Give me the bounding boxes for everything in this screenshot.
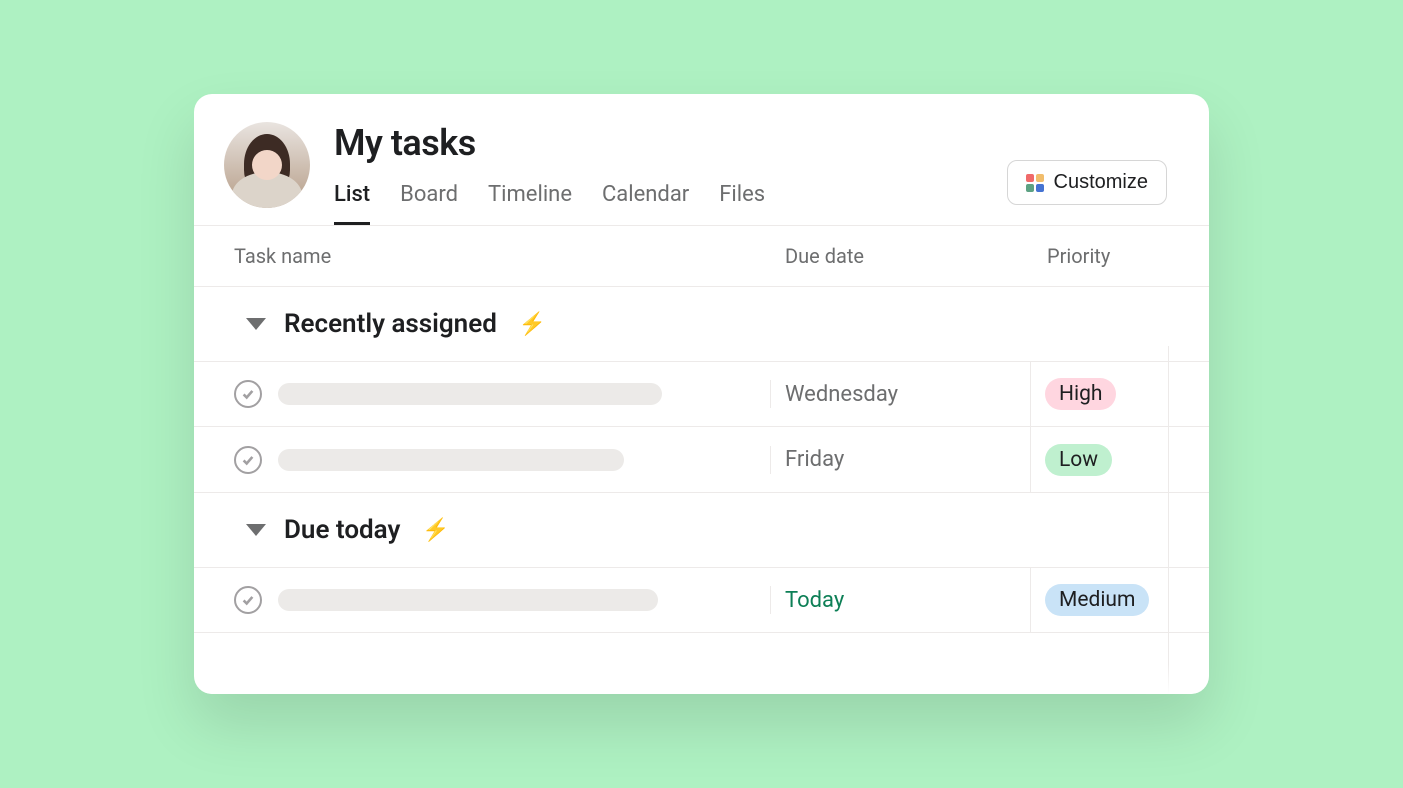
col-priority[interactable]: Priority	[1031, 244, 1209, 268]
task-name-placeholder	[278, 449, 624, 471]
priority-badge: Low	[1045, 444, 1112, 476]
tab-timeline[interactable]: Timeline	[488, 182, 572, 225]
tab-calendar[interactable]: Calendar	[602, 182, 689, 225]
task-sections: Recently assigned ⚡ Wednesday High Friday Low…	[194, 287, 1209, 633]
col-due-date[interactable]: Due date	[771, 244, 1031, 268]
avatar-body	[232, 172, 302, 208]
header: My tasks ListBoardTimelineCalendarFiles …	[194, 94, 1209, 225]
priority-cell[interactable]: Low	[1031, 427, 1209, 492]
due-date-cell[interactable]: Today	[771, 568, 1031, 632]
section-header[interactable]: Recently assigned ⚡	[194, 287, 1209, 361]
bolt-icon: ⚡	[519, 312, 546, 337]
complete-checkbox[interactable]	[234, 446, 262, 474]
priority-badge: High	[1045, 378, 1116, 410]
task-cell	[194, 586, 771, 614]
chevron-down-icon	[246, 318, 266, 330]
col-task-name[interactable]: Task name	[194, 244, 771, 268]
tab-board[interactable]: Board	[400, 182, 458, 225]
page-title: My tasks	[334, 122, 1169, 164]
avatar[interactable]	[224, 122, 310, 208]
task-row[interactable]: Friday Low	[194, 427, 1209, 493]
tab-list[interactable]: List	[334, 182, 370, 225]
task-row[interactable]: Wednesday High	[194, 361, 1209, 427]
right-column-edge	[1168, 346, 1169, 694]
tab-files[interactable]: Files	[719, 182, 765, 225]
priority-cell[interactable]: High	[1031, 362, 1209, 426]
section-title: Recently assigned	[284, 309, 497, 339]
task-name-placeholder	[278, 589, 658, 611]
section-title: Due today	[284, 515, 400, 545]
customize-grid-icon	[1026, 174, 1044, 192]
column-headers: Task name Due date Priority	[194, 226, 1209, 287]
task-cell	[194, 380, 771, 408]
customize-label: Customize	[1054, 171, 1148, 194]
section-header[interactable]: Due today ⚡	[194, 493, 1209, 567]
bolt-icon: ⚡	[422, 518, 449, 543]
chevron-down-icon	[246, 524, 266, 536]
task-cell	[194, 446, 771, 474]
customize-button[interactable]: Customize	[1007, 160, 1167, 205]
complete-checkbox[interactable]	[234, 586, 262, 614]
task-name-placeholder	[278, 383, 662, 405]
my-tasks-card: My tasks ListBoardTimelineCalendarFiles …	[194, 94, 1209, 694]
priority-cell[interactable]: Medium	[1031, 568, 1209, 632]
due-date-cell[interactable]: Friday	[771, 427, 1031, 492]
bottom-fade	[194, 664, 1209, 694]
task-row[interactable]: Today Medium	[194, 567, 1209, 633]
complete-checkbox[interactable]	[234, 380, 262, 408]
priority-badge: Medium	[1045, 584, 1149, 616]
due-date-cell[interactable]: Wednesday	[771, 362, 1031, 426]
